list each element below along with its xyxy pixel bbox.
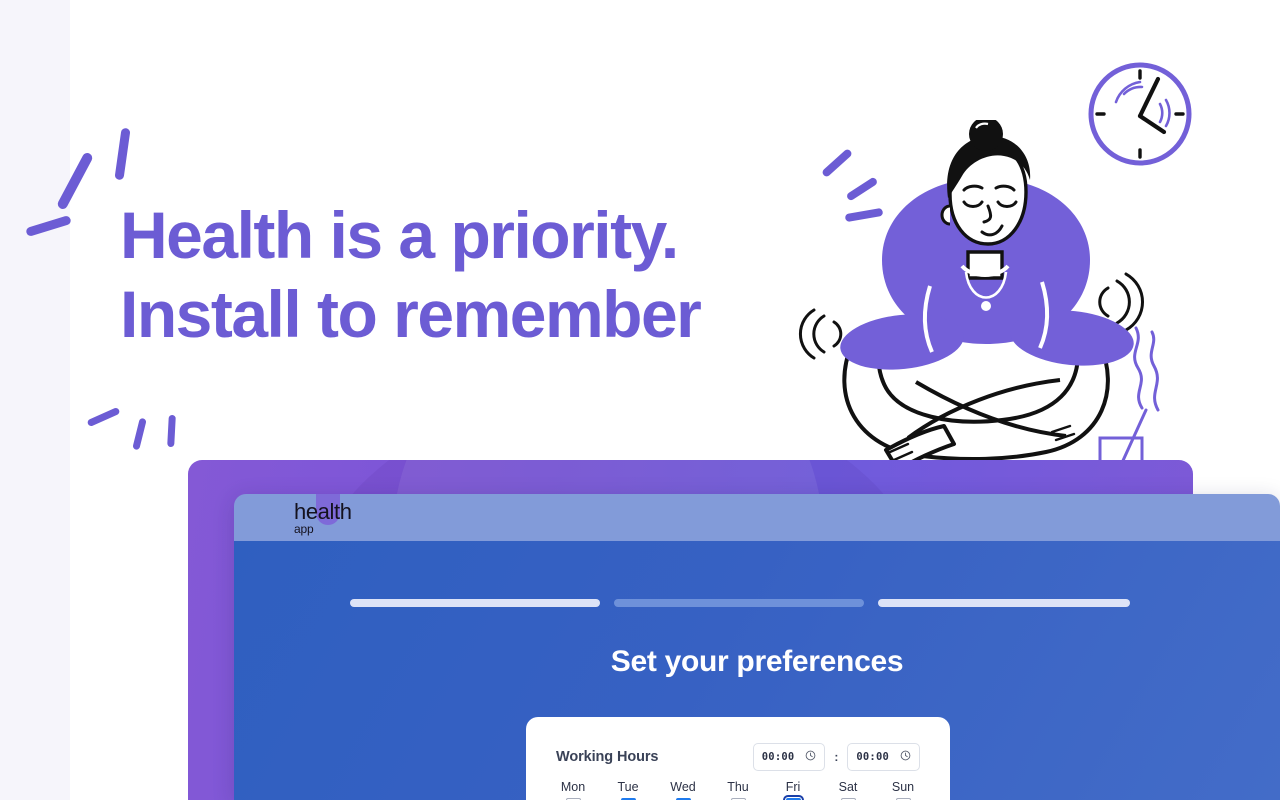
app-window: health app Set your preferences Working … [234, 494, 1280, 800]
time-to-value: 00:00 [856, 751, 889, 763]
step-bar-3[interactable] [878, 599, 1130, 607]
sparkle-icon [132, 417, 147, 451]
time-from-field[interactable]: 00:00 [752, 743, 826, 771]
headline-line-2: Install to remember [120, 277, 702, 352]
day-label: Mon [560, 780, 586, 794]
day-label: Sun [891, 780, 915, 794]
day-tue[interactable]: Tue [607, 780, 649, 800]
meditating-woman-illustration [790, 117, 1180, 472]
app-body: Set your preferences Working Hours 00:00 [234, 541, 1280, 800]
day-label: Thu [727, 780, 749, 794]
step-bar-2[interactable] [614, 599, 864, 607]
time-range-group: 00:00 : 00:00 [752, 743, 920, 771]
left-tint-strip [0, 0, 70, 800]
day-label: Sat [838, 780, 858, 794]
headline-line-1: Health is a priority. [120, 198, 679, 272]
working-hours-row: Working Hours 00:00 : 00:00 [526, 717, 950, 771]
logo-word-secondary: app [294, 521, 314, 536]
app-logo[interactable]: health app [294, 494, 352, 536]
sparkle-icon [86, 406, 121, 428]
day-label: Tue [617, 780, 639, 794]
working-hours-label: Working Hours [556, 749, 659, 765]
sparkle-icon [167, 414, 176, 448]
app-header-bar: health app [234, 494, 1280, 541]
day-thu[interactable]: Thu [717, 780, 759, 800]
clock-icon[interactable] [805, 748, 816, 766]
day-wed[interactable]: Wed [662, 780, 704, 800]
page-root: Health is a priority. Install to remembe… [0, 0, 1280, 800]
sparkle-icon [114, 127, 131, 181]
time-to-field[interactable]: 00:00 [847, 743, 920, 771]
day-fri[interactable]: Fri [772, 780, 814, 800]
clock-icon[interactable] [900, 748, 911, 766]
day-mon[interactable]: Mon [552, 780, 594, 800]
day-label: Fri [785, 780, 801, 794]
page-title: Health is a priority. Install to remembe… [120, 196, 840, 354]
time-from-value: 00:00 [761, 751, 795, 763]
logo-word-primary: health [294, 498, 352, 524]
section-title: Set your preferences [610, 645, 904, 678]
day-label: Wed [670, 780, 696, 794]
onboarding-step-bars [350, 599, 1130, 607]
working-hours-panel: Working Hours 00:00 : 00:00 Mon Tue Wed … [526, 717, 950, 800]
step-bar-1[interactable] [350, 599, 600, 607]
day-sat[interactable]: Sat [827, 780, 869, 800]
time-separator: : [834, 750, 839, 764]
day-sun[interactable]: Sun [882, 780, 924, 800]
weekday-checkbox-row: Mon Tue Wed Thu Fri Sat Sun [526, 771, 950, 800]
